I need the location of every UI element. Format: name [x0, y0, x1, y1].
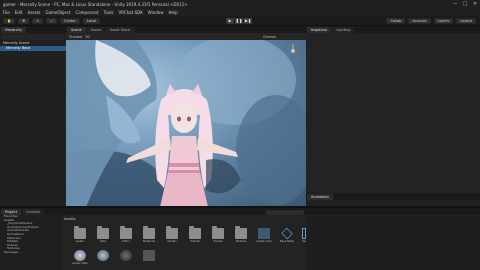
- folder-icon: [166, 226, 178, 239]
- menu-assets[interactable]: Assets: [27, 10, 40, 15]
- scene-viewport[interactable]: [66, 40, 306, 207]
- folder-icon: [212, 226, 224, 239]
- menu-component[interactable]: Component: [75, 10, 98, 15]
- rotate-tool-icon[interactable]: ↻: [32, 18, 44, 24]
- menu-vrchat-sdk[interactable]: VRChat SDK: [119, 10, 143, 15]
- pivot-center-button[interactable]: Center: [60, 18, 80, 24]
- scene-render: [66, 40, 306, 207]
- maximize-icon[interactable]: □: [462, 1, 468, 7]
- asset-prefab[interactable]: Base Mesh: [279, 227, 295, 250]
- menu-gameobject[interactable]: GameObject: [45, 10, 70, 15]
- play-controls: ▶ ❚❚ ▶❚: [226, 18, 252, 24]
- asset-folder[interactable]: Prefabs: [187, 226, 203, 250]
- toggle-2d-button[interactable]: 2D: [85, 35, 90, 39]
- menu-tools[interactable]: Tools: [104, 10, 114, 15]
- asset-folder[interactable]: Data: [95, 226, 111, 250]
- menu-window[interactable]: Window: [148, 10, 164, 15]
- tab-animation[interactable]: Animation: [307, 194, 333, 200]
- account-button[interactable]: Account: [408, 18, 431, 24]
- scene-tabstrip: Scene Game Asset Store: [66, 26, 306, 33]
- folder-icon: [97, 226, 109, 239]
- move-tool-icon[interactable]: ✥: [18, 18, 30, 24]
- inspector-panel: [306, 33, 480, 193]
- menu-file[interactable]: File: [3, 10, 10, 15]
- scene-view-toolbar: Shaded 2D Gizmos: [66, 33, 306, 40]
- project-search-input[interactable]: [266, 210, 304, 215]
- texture-icon: [143, 250, 155, 261]
- project-panel: Project Console Favorites Assets _Poiyom…: [0, 207, 480, 270]
- tree-item[interactable]: Packages: [0, 250, 62, 255]
- hierarchy-object-item[interactable]: Mercelly Base: [0, 46, 66, 51]
- gizmos-dropdown[interactable]: Gizmos: [263, 35, 276, 39]
- asset-folder[interactable]: Materials: [141, 226, 157, 250]
- animation-panel: Animation: [306, 193, 480, 207]
- folder-icon: [235, 226, 247, 239]
- window-controls: — □ ✕: [452, 1, 478, 7]
- project-tabstrip: Project Console: [0, 208, 480, 215]
- hierarchy-tabstrip: Hierarchy: [0, 26, 66, 33]
- step-icon[interactable]: ▶❚: [244, 18, 252, 24]
- shading-mode-dropdown[interactable]: Shaded: [69, 35, 82, 39]
- project-folder-tree: Favorites Assets _PoiyomiShaders Animati…: [0, 214, 62, 270]
- animation-tabstrip: Animation: [306, 193, 480, 200]
- folder-icon: [143, 226, 155, 239]
- asset-material[interactable]: Avatar Mats: [72, 250, 88, 270]
- asset-folder[interactable]: Editor: [118, 226, 134, 250]
- pivot-local-button[interactable]: Local: [82, 18, 100, 24]
- asset-folder[interactable]: Avatar: [72, 226, 88, 250]
- menu-bar: File Edit Assets GameObject Component To…: [0, 9, 480, 16]
- asset-scene-file[interactable]: avatar.unity: [256, 228, 272, 250]
- folder-icon: [189, 226, 201, 239]
- folder-icon: [120, 226, 132, 239]
- hierarchy-panel: Hierarchy Mercelly Scene Mercelly Base: [0, 26, 66, 207]
- material-sphere-icon: [120, 250, 132, 261]
- hierarchy-search-input[interactable]: [2, 34, 64, 40]
- asset-texture[interactable]: [141, 250, 157, 270]
- inspector-tabstrip: Inspector Lighting: [306, 26, 480, 33]
- asset-folder[interactable]: Textures: [233, 226, 249, 250]
- project-breadcrumb[interactable]: Assets: [64, 217, 75, 221]
- orientation-gizmo-icon[interactable]: [285, 43, 301, 59]
- material-sphere-icon: [74, 250, 86, 261]
- window-title: gamer - Mercelly Scene - PC, Mac & Linux…: [3, 2, 188, 7]
- play-icon[interactable]: ▶: [226, 18, 234, 24]
- prefab-cube-icon: [281, 227, 293, 240]
- hand-tool-icon[interactable]: ✋: [3, 18, 16, 24]
- asset-folder[interactable]: Models: [164, 226, 180, 250]
- transform-tools: ✋ ✥ ↻ ⤢ Center Local: [3, 18, 100, 24]
- project-side-area: [306, 216, 480, 270]
- main-toolbar: ✋ ✥ ↻ ⤢ Center Local ▶ ❚❚ ▶❚ Collab Acco…: [0, 16, 480, 26]
- scale-tool-icon[interactable]: ⤢: [46, 18, 58, 24]
- window-titlebar: gamer - Mercelly Scene - PC, Mac & Linux…: [0, 0, 480, 9]
- close-icon[interactable]: ✕: [472, 1, 478, 7]
- inspector-tab-area: Inspector Lighting: [306, 26, 480, 33]
- minimize-icon[interactable]: —: [452, 1, 458, 7]
- scene-tab-area: Scene Game Asset Store: [66, 26, 306, 33]
- asset-material[interactable]: [95, 250, 111, 270]
- unity-scene-icon: [258, 228, 270, 239]
- asset-folder[interactable]: Scenes: [210, 226, 226, 250]
- pause-icon[interactable]: ❚❚: [235, 18, 243, 24]
- material-sphere-icon: [97, 250, 109, 261]
- asset-material[interactable]: [118, 250, 134, 270]
- layout-dropdown[interactable]: Layout: [456, 18, 476, 24]
- layers-dropdown[interactable]: Layers: [433, 18, 454, 24]
- project-asset-grid: Avatar Data Editor Materials Models Pref…: [66, 222, 306, 270]
- folder-icon: [74, 226, 86, 239]
- tab-hierarchy[interactable]: Hierarchy: [1, 27, 26, 33]
- menu-edit[interactable]: Edit: [15, 10, 23, 15]
- collab-button[interactable]: Collab: [386, 18, 406, 24]
- menu-help[interactable]: Help: [168, 10, 177, 15]
- toolbar-right: Collab Account Layers Layout: [386, 18, 476, 24]
